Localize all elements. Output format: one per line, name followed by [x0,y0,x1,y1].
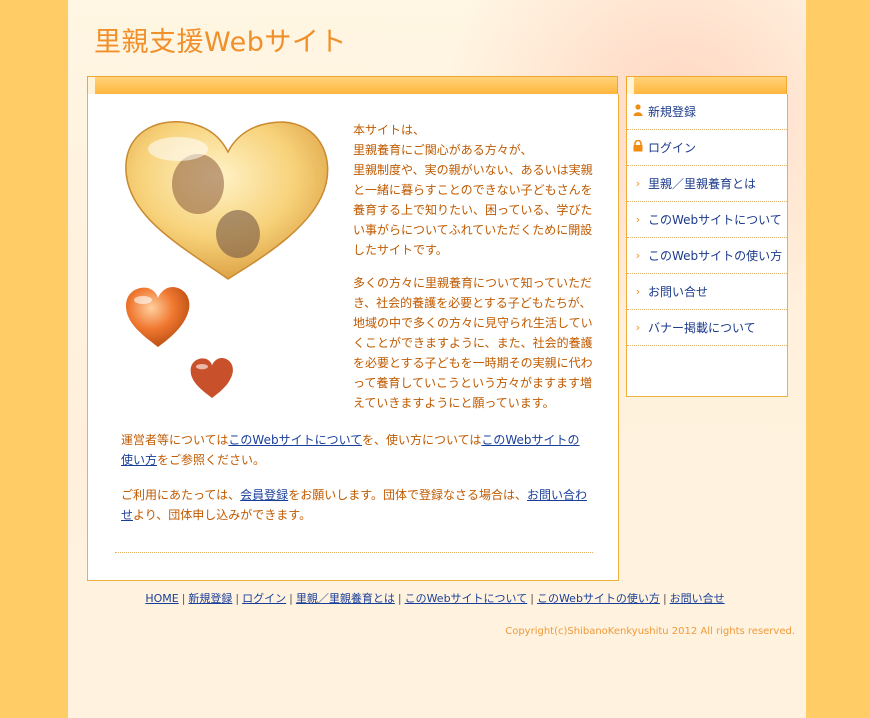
footer-link-login[interactable]: ログイン [242,592,286,605]
arrow-right-icon: › [635,321,641,334]
note-site-info: 運営者等についてはこのWebサイトについてを、使い方についてはこのWebサイトの… [121,433,580,467]
heart-decoration-small [190,358,233,398]
sidebar-item-how-to-use[interactable]: › このWebサイトの使い方 [627,238,787,274]
note-registration: ご利用にあたっては、会員登録をお願いします。団体で登録なさる場合は、お問い合わせ… [121,488,588,522]
heart-photo-image [125,120,329,280]
footer-link-about-foster[interactable]: 里親／里親養育とは [296,592,395,605]
arrow-right-icon: › [635,249,641,262]
side-menu: 新規登録 ログイン › 里親／里親養育とは › このWebサイトについて › こ… [627,94,787,346]
footer-nav: HOME | 新規登録 | ログイン | 里親／里親養育とは | このWebサイトについて | この… [145,592,725,605]
person-icon [632,104,644,119]
intro-paragraph-2: 多くの方々に里親養育について知っていただき、社会的養護を必要とする子どもたちが、… [353,276,593,410]
arrow-right-icon: › [635,213,641,226]
side-panel-header [626,76,787,96]
intro-text: 本サイトは、 里親養育にご関心がある方々が、 里親制度や、実の親がいない、あるい… [353,120,593,426]
lock-icon [632,139,644,155]
sidebar-item-register[interactable]: 新規登録 [627,94,787,130]
sidebar-item-contact[interactable]: › お問い合せ [627,274,787,310]
footer-link-how-to-use[interactable]: このWebサイトの使い方 [537,592,660,605]
sidebar-item-banner[interactable]: › バナー掲載について [627,310,787,346]
copyright: Copyright(c)ShibanoKenkyushitu 2012 All … [505,626,795,637]
divider [115,552,593,553]
arrow-right-icon: › [635,285,641,298]
link-about-site[interactable]: このWebサイトについて [228,433,362,447]
footer-link-register[interactable]: 新規登録 [188,592,232,605]
main-panel-header [87,76,618,96]
link-member-registration[interactable]: 会員登録 [240,488,288,502]
sidebar-item-login[interactable]: ログイン [627,130,787,166]
sidebar-item-about-site[interactable]: › このWebサイトについて [627,202,787,238]
sidebar-item-about-foster[interactable]: › 里親／里親養育とは [627,166,787,202]
site-title[interactable]: 里親支援Webサイト [94,20,347,59]
footer-link-about-site[interactable]: このWebサイトについて [405,592,528,605]
heart-decoration-large [125,287,190,347]
main-panel: 本サイトは、 里親養育にご関心がある方々が、 里親制度や、実の親がいない、あるい… [87,94,619,581]
intro-paragraph-1: 本サイトは、 里親養育にご関心がある方々が、 里親制度や、実の親がいない、あるい… [353,123,593,257]
side-menu-panel: 新規登録 ログイン › 里親／里親養育とは › このWebサイトについて › こ… [626,94,788,397]
arrow-right-icon: › [635,177,641,190]
footer-link-home[interactable]: HOME [145,592,178,605]
footer-link-contact[interactable]: お問い合せ [670,592,725,605]
